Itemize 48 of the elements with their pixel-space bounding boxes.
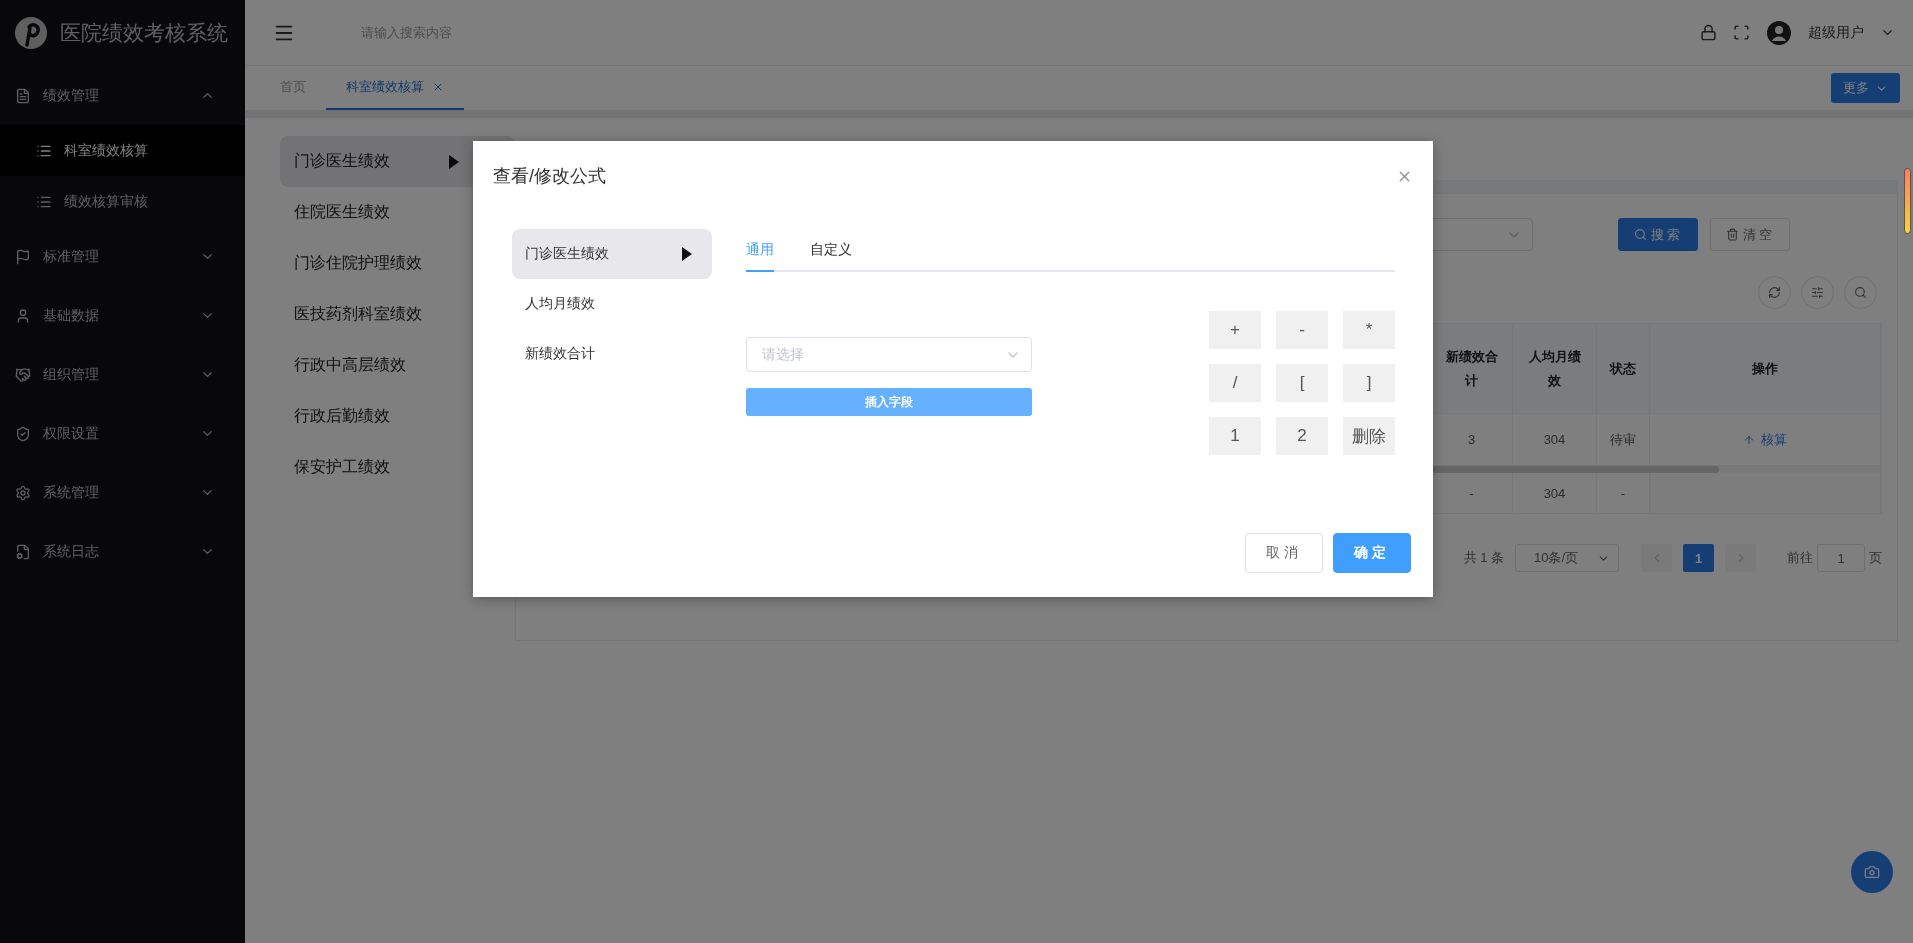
app-title: 医院绩效考核系统 xyxy=(60,20,228,46)
keypad-key[interactable]: + xyxy=(1209,311,1261,349)
column-header: 人均月绩效 xyxy=(1513,324,1597,414)
sidebar-subitem[interactable]: 科室绩效核算 xyxy=(0,125,245,176)
keypad-key[interactable]: [ xyxy=(1276,364,1328,402)
total-count: 共 1 条 xyxy=(1463,549,1504,567)
dialog-tab[interactable]: 自定义 xyxy=(810,229,852,272)
user-name[interactable]: 超级用户 xyxy=(1808,23,1864,42)
keypad-key[interactable]: 1 xyxy=(1209,417,1261,455)
summary-cell: - xyxy=(1597,473,1650,514)
cancel-button[interactable]: 取消 xyxy=(1245,533,1323,573)
insert-field-button[interactable]: 插入字段 xyxy=(746,388,1032,416)
page-size-select[interactable]: 10条/页 xyxy=(1515,544,1619,572)
sidebar-item[interactable]: 系统日志 xyxy=(0,522,245,581)
table-cell: 待审 xyxy=(1597,414,1650,466)
calculate-link[interactable]: 核算 xyxy=(1743,430,1787,449)
sidebar-item[interactable]: 标准管理 xyxy=(0,227,245,286)
confirm-button[interactable]: 确定 xyxy=(1333,533,1411,573)
page-suffix: 页 xyxy=(1869,549,1882,567)
page-button[interactable]: 1 xyxy=(1683,544,1714,572)
keypad-key[interactable]: - xyxy=(1276,311,1328,349)
search-button[interactable]: 搜索 xyxy=(1618,218,1698,251)
sidebar-item[interactable]: 系统管理 xyxy=(0,463,245,522)
keypad-key[interactable]: / xyxy=(1209,364,1261,402)
table-cell: 304 xyxy=(1513,414,1597,466)
table-cell: 3 xyxy=(1431,414,1513,466)
column-header: 新绩效合计 xyxy=(1431,324,1513,414)
keypad-key[interactable]: * xyxy=(1343,311,1395,349)
keypad-key[interactable]: 2 xyxy=(1276,417,1328,455)
goto-label: 前往 xyxy=(1787,549,1813,567)
sidebar-item[interactable]: 权限设置 xyxy=(0,404,245,463)
column-header: 状态 xyxy=(1597,324,1650,414)
dialog-tab[interactable]: 通用 xyxy=(746,229,774,272)
field-item[interactable]: 人均月绩效 xyxy=(512,279,712,329)
sidebar-item[interactable]: 组织管理 xyxy=(0,345,245,404)
summary-cell: 304 xyxy=(1513,473,1597,514)
more-button[interactable]: 更多 xyxy=(1831,73,1900,103)
column-header: 操作 xyxy=(1650,324,1881,414)
sidebar-item[interactable]: 绩效管理 xyxy=(0,66,245,125)
field-item[interactable]: 新绩效合计 xyxy=(512,329,712,379)
sidebar-item[interactable]: 基础数据 xyxy=(0,286,245,345)
clear-button[interactable]: 清空 xyxy=(1710,218,1790,251)
summary-cell: - xyxy=(1431,473,1513,514)
goto-page-field[interactable]: 1 xyxy=(1817,544,1865,572)
field-item[interactable]: 门诊医生绩效 xyxy=(512,229,712,279)
keypad-key[interactable]: ] xyxy=(1343,364,1395,402)
sidebar-subitem[interactable]: 绩效核算审核 xyxy=(0,176,245,227)
keypad-key[interactable]: 删除 xyxy=(1343,417,1395,455)
